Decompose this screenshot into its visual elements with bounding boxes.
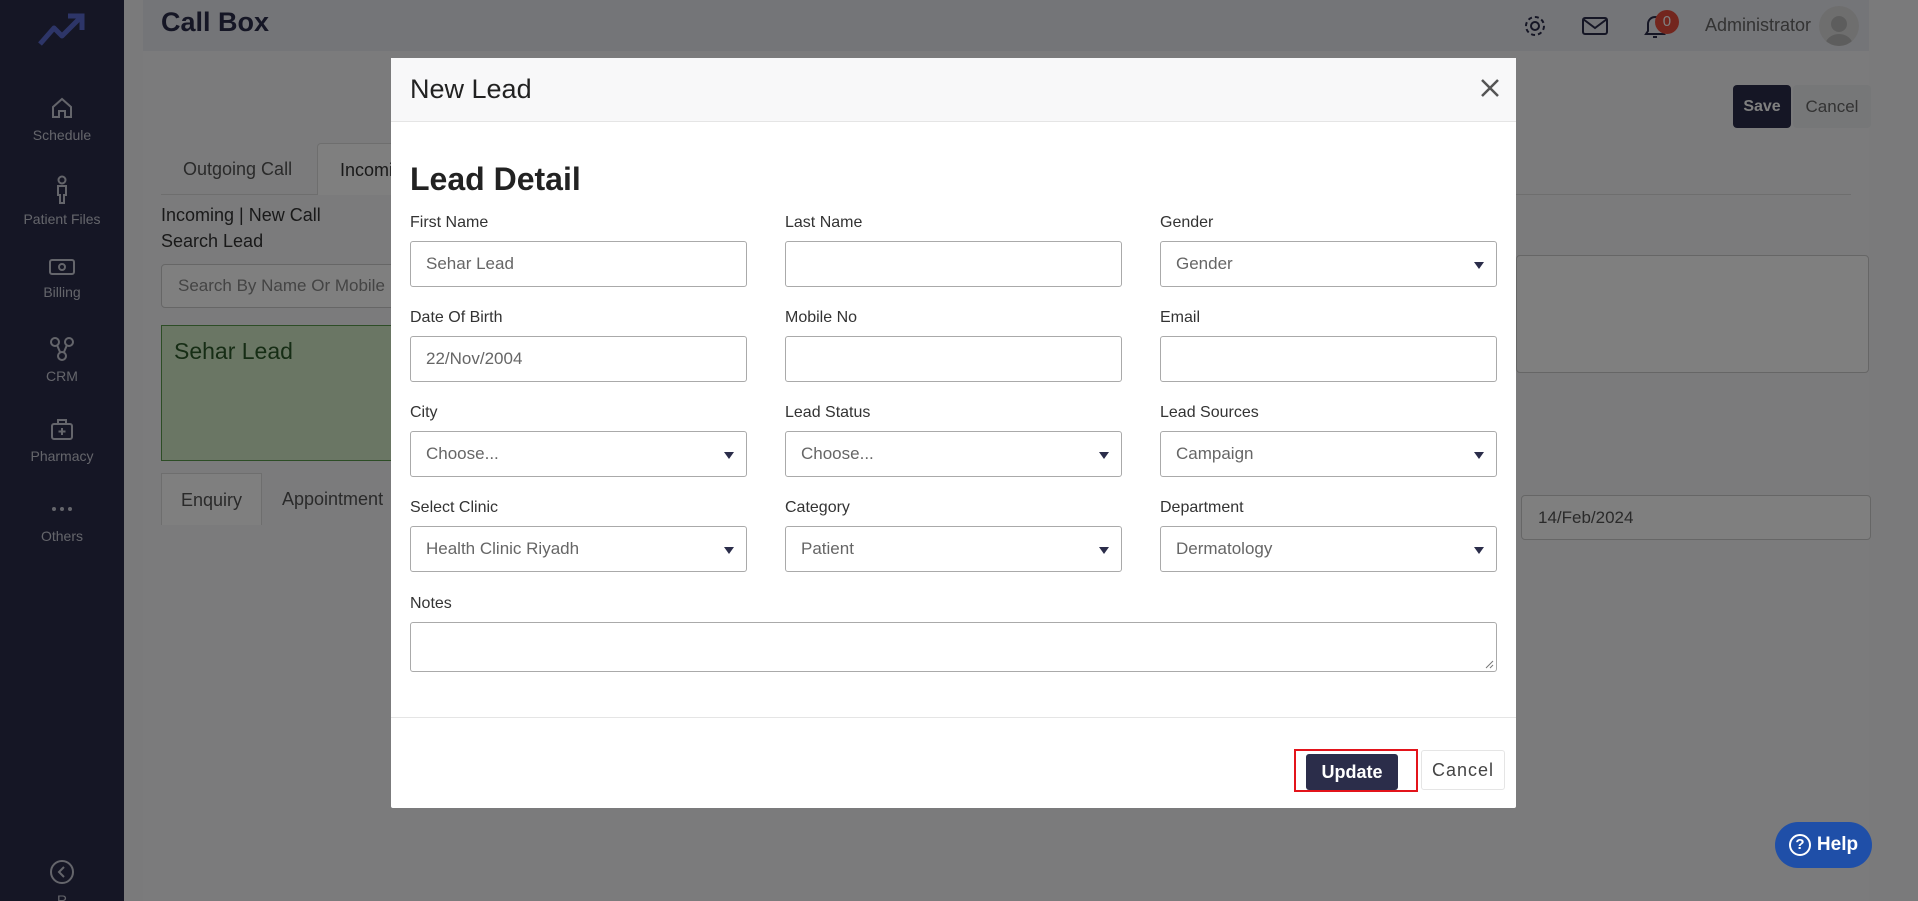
select-value: Patient <box>801 539 854 558</box>
section-title: Lead Detail <box>410 161 581 197</box>
field-label: Category <box>785 499 850 516</box>
dob-input[interactable]: 22/Nov/2004 <box>410 336 747 382</box>
field-label: Lead Sources <box>1160 404 1259 421</box>
dropdown-arrow-icon <box>1099 452 1109 459</box>
modal-cancel-button[interactable]: Cancel <box>1421 750 1505 790</box>
field-label: Lead Status <box>785 404 871 421</box>
clinic-field: Select Clinic Health Clinic Riyadh <box>410 499 747 572</box>
department-select[interactable]: Dermatology <box>1160 526 1497 572</box>
dropdown-arrow-icon <box>724 547 734 554</box>
modal-title: New Lead <box>410 74 532 104</box>
field-label: Select Clinic <box>410 499 499 516</box>
category-field: Category Patient <box>785 499 1122 572</box>
help-label: Help <box>1816 834 1859 855</box>
select-value: Choose... <box>801 444 874 463</box>
resize-grip-icon[interactable] <box>1484 659 1494 669</box>
dropdown-arrow-icon <box>724 452 734 459</box>
email-field: Email <box>1160 309 1497 382</box>
field-label: Date Of Birth <box>410 309 503 326</box>
dropdown-arrow-icon <box>1474 452 1484 459</box>
notes-input[interactable] <box>410 622 1497 672</box>
last-name-field: Last Name <box>785 214 1122 287</box>
help-button[interactable]: ? Help <box>1775 822 1872 868</box>
mobile-field: Mobile No <box>785 309 1122 382</box>
modal-header: New Lead <box>391 58 1516 122</box>
mobile-input[interactable] <box>785 336 1122 382</box>
select-value: Gender <box>1176 254 1233 273</box>
dob-field: Date Of Birth 22/Nov/2004 <box>410 309 747 382</box>
department-field: Department Dermatology <box>1160 499 1497 572</box>
lead-status-select[interactable]: Choose... <box>785 431 1122 477</box>
select-value: Choose... <box>426 444 499 463</box>
close-icon <box>1481 79 1499 97</box>
new-lead-modal: New Lead Lead Detail First Name Sehar Le… <box>391 58 1516 808</box>
modal-footer-divider <box>391 717 1516 718</box>
field-label: Last Name <box>785 214 863 231</box>
question-icon: ? <box>1788 834 1811 856</box>
city-select[interactable]: Choose... <box>410 431 747 477</box>
field-label: Gender <box>1160 214 1214 231</box>
last-name-input[interactable] <box>785 241 1122 287</box>
lead-sources-field: Lead Sources Campaign <box>1160 404 1497 477</box>
field-label: Email <box>1160 309 1201 326</box>
lead-status-field: Lead Status Choose... <box>785 404 1122 477</box>
gender-select[interactable]: Gender <box>1160 241 1497 287</box>
field-label: Mobile No <box>785 309 858 326</box>
category-select[interactable]: Patient <box>785 526 1122 572</box>
email-input[interactable] <box>1160 336 1497 382</box>
select-value: Health Clinic Riyadh <box>426 539 580 558</box>
city-field: City Choose... <box>410 404 747 477</box>
first-name-input[interactable]: Sehar Lead <box>410 241 747 287</box>
gender-field: Gender Gender <box>1160 214 1497 287</box>
clinic-select[interactable]: Health Clinic Riyadh <box>410 526 747 572</box>
select-value: Campaign <box>1176 444 1254 463</box>
notes-field: Notes <box>410 595 1497 672</box>
field-label: Notes <box>410 595 452 612</box>
dropdown-arrow-icon <box>1099 547 1109 554</box>
field-label: City <box>410 404 438 421</box>
close-button[interactable] <box>1480 70 1500 104</box>
dropdown-arrow-icon <box>1474 547 1484 554</box>
dropdown-arrow-icon <box>1474 262 1484 269</box>
field-label: Department <box>1160 499 1244 516</box>
update-button-highlight: Update <box>1294 749 1418 792</box>
update-button[interactable]: Update <box>1306 754 1398 790</box>
field-label: First Name <box>410 214 489 231</box>
first-name-field: First Name Sehar Lead <box>410 214 747 287</box>
lead-sources-select[interactable]: Campaign <box>1160 431 1497 477</box>
select-value: Dermatology <box>1176 539 1273 558</box>
